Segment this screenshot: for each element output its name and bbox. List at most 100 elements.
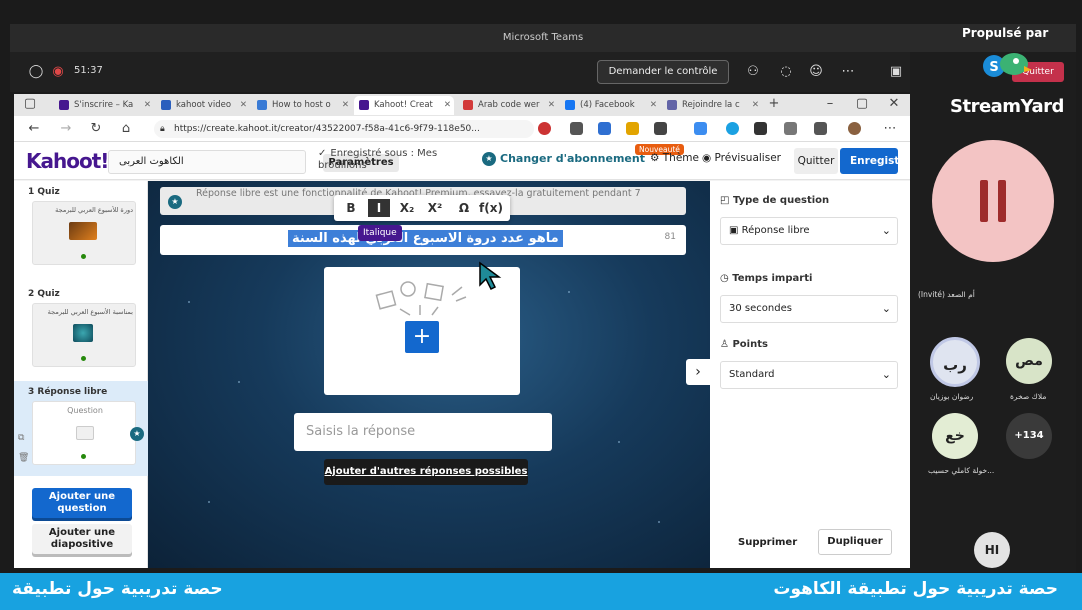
avatar[interactable]: رب <box>930 337 980 387</box>
more-icon[interactable]: ⋯ <box>840 64 856 80</box>
time-limit-select[interactable]: 30 secondes ⌄ <box>720 295 898 323</box>
avatar[interactable]: HI <box>974 532 1010 568</box>
answer-input[interactable]: Saisis la réponse <box>294 413 552 451</box>
browser-window: ▢ S'inscrire – Ka ✕ kahoot video ✕ How to … <box>14 94 910 568</box>
chat-icon[interactable]: ◌ <box>778 64 794 80</box>
preview-button[interactable]: ◉ Prévisualiser <box>702 152 781 164</box>
add-slide-button[interactable]: Ajouter une diapositive <box>32 524 132 554</box>
tab-kahoot-signup[interactable]: S'inscrire – Ka ✕ <box>54 96 154 115</box>
add-question-button[interactable]: Ajouter une question <box>32 488 132 518</box>
avatar[interactable]: مص <box>1006 338 1052 384</box>
theme-button[interactable]: ⚙ Thème <box>650 152 699 164</box>
ext-icon[interactable] <box>598 122 611 135</box>
new-tab-icon[interactable]: + <box>766 96 782 112</box>
youtube-icon <box>463 100 473 110</box>
slide-thumbnail[interactable]: 1 Quiz دورة للأسبوع العربي للبرمجة <box>14 181 148 276</box>
kahoot-title-field[interactable]: الكاهوت العربى Paramètres <box>108 150 399 174</box>
slides-sidebar: 1 Quiz دورة للأسبوع العربي للبرمجة 2 Qui… <box>14 181 148 568</box>
refresh-icon[interactable]: ↻ <box>88 121 104 137</box>
ext-icon[interactable] <box>694 122 707 135</box>
home-icon[interactable]: ⌂ <box>118 121 134 137</box>
profile-avatar[interactable] <box>848 122 861 135</box>
bold-button[interactable]: B <box>340 199 362 217</box>
close-icon[interactable]: ✕ <box>548 96 555 115</box>
ext-icon[interactable] <box>754 122 767 135</box>
question-canvas: ★ Réponse libre est une fonctionnalité d… <box>148 181 710 568</box>
minimize-icon[interactable]: – <box>822 96 838 112</box>
chevron-right-icon[interactable]: › <box>686 359 710 385</box>
facebook-icon <box>565 100 575 110</box>
ext-icon[interactable] <box>538 122 551 135</box>
reactions-icon[interactable]: ☺ <box>808 64 824 80</box>
formula-button[interactable]: f(x) <box>476 199 506 217</box>
question-type-label: ◰ Type de question <box>720 195 830 206</box>
italic-button[interactable]: I <box>368 199 390 217</box>
close-icon[interactable]: ✕ <box>444 96 451 115</box>
maximize-icon[interactable]: ▢ <box>854 96 870 112</box>
address-bar: ← → ↻ ⌂ 🔒︎ https://create.kahoot.it/creat… <box>14 116 910 142</box>
superscript-button[interactable]: X² <box>422 199 448 217</box>
favorites-icon[interactable] <box>784 122 797 135</box>
slide-thumbnail[interactable]: 2 Quiz بمناسبة الأسبوع العربي للبرمجة <box>14 283 148 378</box>
close-icon[interactable]: ✕ <box>144 96 151 115</box>
star-icon: ★ <box>482 152 496 166</box>
trash-icon[interactable]: 🗑︎ <box>18 453 29 463</box>
subscript-button[interactable]: X₂ <box>394 199 420 217</box>
copy-icon[interactable]: ⧉ <box>18 433 24 443</box>
back-icon[interactable]: ← <box>26 121 42 137</box>
tab-facebook[interactable]: (4) Facebook ✕ <box>560 96 660 115</box>
window-close-icon[interactable]: ✕ <box>886 96 902 112</box>
delete-button[interactable]: Supprimer <box>738 537 797 548</box>
question-settings-panel: ◰ Type de question ▣ Réponse libre ⌄ ◷ Te… <box>710 181 910 568</box>
more-icon[interactable]: ⋯ <box>882 121 898 137</box>
save-button[interactable]: Enregistrer <box>840 148 898 174</box>
tab-rejoindre[interactable]: Rejoindre la c ✕ <box>662 96 762 115</box>
participant-name: خولة كاملي حسيب... <box>928 466 995 475</box>
question-text: ماهو عدد دروة الاسبوع العربي لهذه السنة <box>288 230 563 247</box>
close-icon[interactable]: ✕ <box>240 96 247 115</box>
special-char-button[interactable]: Ω <box>454 199 474 217</box>
tab-actions-icon[interactable]: ▢ <box>22 96 38 112</box>
slide-preview: دورة للأسبوع العربي للبرمجة <box>32 201 136 265</box>
ext-icon[interactable] <box>726 122 739 135</box>
ext-icon[interactable] <box>626 122 639 135</box>
tab-kahoot-video[interactable]: kahoot video ✕ <box>156 96 250 115</box>
streamyard-logo: S <box>983 53 1032 77</box>
close-icon[interactable]: ✕ <box>752 96 759 115</box>
avatar[interactable]: خع <box>932 413 978 459</box>
ext-icon[interactable] <box>654 122 667 135</box>
check-icon: ✓ <box>318 148 327 159</box>
question-type-select[interactable]: ▣ Réponse libre ⌄ <box>720 217 898 245</box>
question-input[interactable]: ماهو عدد دروة الاسبوع العربي لهذه السنة … <box>160 225 686 255</box>
points-select[interactable]: Standard ⌄ <box>720 361 898 389</box>
image-placeholder-icon <box>76 426 94 440</box>
record-icon: ◉ <box>52 64 64 79</box>
tab-kahoot-create[interactable]: Kahoot! Creat ✕ <box>354 96 454 115</box>
shield-icon: ◯ <box>28 64 44 79</box>
camera-off-icon[interactable]: ▣ <box>888 64 904 80</box>
people-icon[interactable]: ⚇ <box>745 64 761 80</box>
close-icon[interactable]: ✕ <box>342 96 349 115</box>
close-icon[interactable]: ✕ <box>650 96 657 115</box>
tab-arab-code-week[interactable]: Arab code wer ✕ <box>458 96 558 115</box>
tab-how-to-host[interactable]: How to host o ✕ <box>252 96 352 115</box>
url-field[interactable]: 🔒︎ https://create.kahoot.it/creator/43522… <box>154 120 534 138</box>
more-participants-count[interactable]: +134 <box>1006 413 1052 459</box>
change-subscription-link[interactable]: ★ Changer d'abonnement <box>482 152 645 166</box>
add-media-button[interactable]: + <box>405 321 439 353</box>
slide-preview: بمناسبة الأسبوع العربي للبرمجة <box>32 303 136 367</box>
duplicate-button[interactable]: Dupliquer <box>818 529 892 555</box>
status-dot <box>81 356 86 361</box>
kahoot-icon <box>59 100 69 110</box>
forward-icon[interactable]: → <box>58 121 74 137</box>
doc-icon <box>161 100 171 110</box>
paused-stream-indicator <box>932 140 1054 262</box>
slide-thumbnail-selected[interactable]: 3 Réponse libre Question ⧉ 🗑︎ ★ <box>14 381 148 476</box>
add-more-answers-button[interactable]: Ajouter d'autres réponses possibles <box>324 459 528 485</box>
request-control-button[interactable]: Demander le contrôle <box>597 60 729 84</box>
collections-icon[interactable] <box>814 122 827 135</box>
ext-icon[interactable] <box>570 122 583 135</box>
lower-third-banner: حصة تدريبية حول تطبيقة حصة تدريبية حول ت… <box>0 573 1082 610</box>
quit-button[interactable]: Quitter <box>794 148 838 174</box>
kahoot-logo[interactable]: Kahoot! <box>26 149 109 173</box>
